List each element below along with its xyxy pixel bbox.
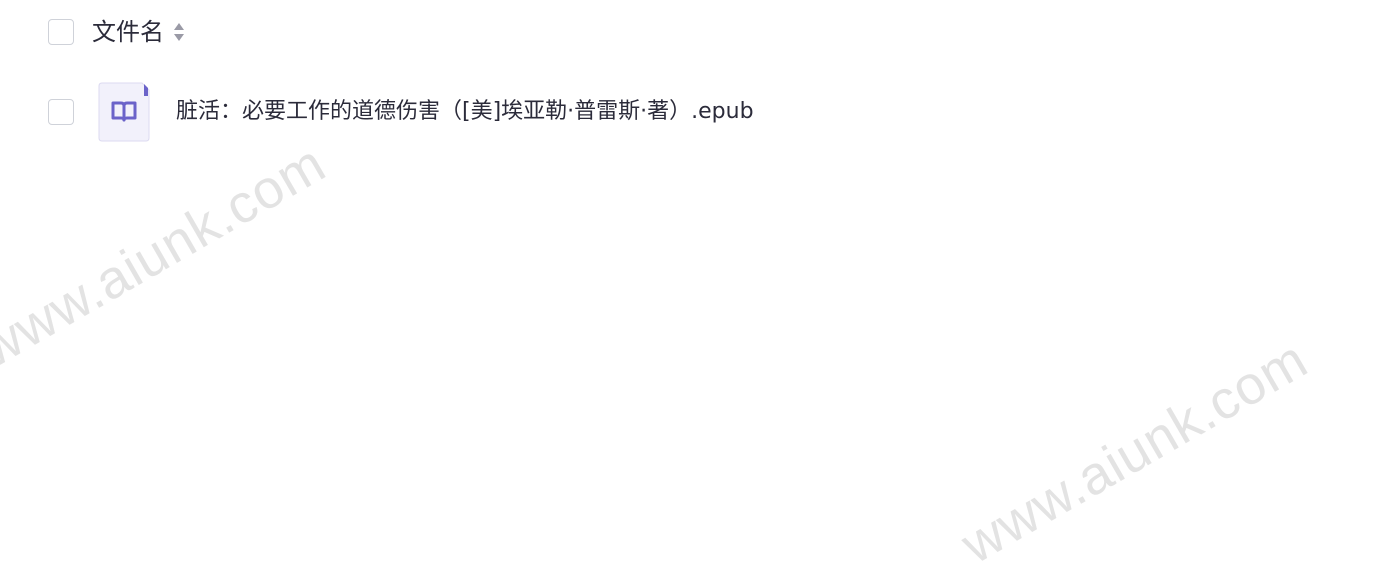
file-list-item[interactable]: 脏活：必要工作的道德伤害（[美]埃亚勒·普雷斯·著）.epub <box>48 82 754 142</box>
filename-column-header[interactable]: 文件名 <box>92 16 164 48</box>
epub-book-icon <box>98 82 150 142</box>
select-all-checkbox[interactable] <box>48 19 74 45</box>
file-list-page: 文件名 脏活：必要工作的道德伤害（[美]埃亚勒·普雷斯·著）.epub www.… <box>0 0 1384 588</box>
file-list-header: 文件名 <box>48 16 186 48</box>
watermark-text: www.aiunk.com <box>951 329 1318 576</box>
file-name-link[interactable]: 脏活：必要工作的道德伤害（[美]埃亚勒·普雷斯·著）.epub <box>176 97 754 127</box>
watermark-text: www.aiunk.com <box>0 133 336 380</box>
sort-updown-icon[interactable] <box>172 19 186 45</box>
file-select-checkbox[interactable] <box>48 99 74 125</box>
